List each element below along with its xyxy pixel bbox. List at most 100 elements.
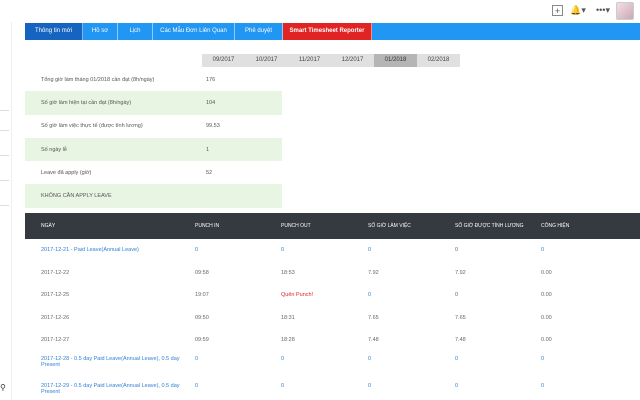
tab-phe-duyet[interactable]: Phê duyệt (235, 23, 283, 40)
tab-cac-mau-don[interactable]: Các Mẫu Đơn Liên Quan (153, 23, 235, 40)
sidebar-divider (0, 110, 9, 111)
timesheet-table: NGÀY PUNCH IN PUNCH OUT SỐ GIỜ LÀM VIỆC … (25, 213, 640, 400)
tab-lich[interactable]: Lịch (118, 23, 153, 40)
column-header: PUNCH IN (195, 223, 220, 229)
summary-label: Số giờ làm hiện tại cần đạt (8h/ngày) (41, 99, 132, 106)
overtime: 0 (541, 355, 545, 362)
summary-value: 1 (206, 146, 210, 153)
work-hours: 7.48 (368, 337, 379, 344)
table-row: 2017-12-22 09:58 18:53 7.92 7.92 0.00 (25, 262, 640, 285)
top-bar: + 🔔▾ •••▾ (0, 0, 640, 22)
column-header: SỐ GIỜ LÀM VIỆC (368, 223, 411, 229)
work-hours: 0 (368, 292, 372, 299)
punch-in: 19:07 (195, 292, 209, 299)
overtime: 0.00 (541, 292, 552, 299)
summary-row: Số giờ làm hiện tại cần đạt (8h/ngày) 10… (25, 91, 282, 115)
summary-value: 176 (206, 76, 216, 83)
paid-hours: 0 (455, 382, 459, 389)
paid-hours: 7.48 (455, 337, 466, 344)
sidebar-divider (0, 155, 9, 156)
column-header: NGÀY (41, 223, 56, 229)
month-button[interactable]: 02/2018 (417, 54, 460, 67)
date-link[interactable]: 2017-12-28 - 0.5 day Paid Leave(Annual L… (25, 356, 195, 368)
main-tabs: Thông tin mới Hồ sơ Lịch Các Mẫu Đơn Liê… (25, 23, 640, 40)
overtime: 0 (541, 382, 545, 389)
month-button[interactable]: 09/2017 (202, 54, 245, 67)
summary-row: KHÔNG CẦN APPLY LEAVE (25, 184, 282, 208)
date-cell: 2017-12-25 (41, 292, 70, 299)
table-row: 2017-12-26 09:50 18:31 7.65 7.65 0.00 (25, 307, 640, 330)
paid-hours: 7.92 (455, 269, 466, 276)
date-link[interactable]: 2017-12-29 - 0.5 day Paid Leave(Annual L… (25, 383, 195, 395)
left-sidebar-edge (0, 22, 12, 400)
punch-in: 0 (195, 382, 199, 389)
punch-out: 0 (281, 247, 285, 254)
month-button[interactable]: 10/2017 (245, 54, 288, 67)
work-hours: 0 (368, 247, 372, 254)
column-header: SỐ GIỜ ĐƯỢC TÍNH LƯƠNG (455, 223, 524, 229)
table-row: 2017-12-28 - 0.5 day Paid Leave(Annual L… (25, 352, 640, 379)
avatar[interactable] (616, 2, 634, 20)
punch-out: 18:53 (281, 269, 295, 276)
date-cell: 2017-12-26 (41, 314, 70, 321)
overtime: 0.00 (541, 314, 552, 321)
overtime: 0.00 (541, 337, 552, 344)
summary-value: 104 (206, 99, 216, 106)
table-header: NGÀY PUNCH IN PUNCH OUT SỐ GIỜ LÀM VIỆC … (25, 213, 640, 239)
punch-out: 0 (281, 382, 285, 389)
summary-row: Số ngày lễ 1 (25, 137, 282, 162)
bell-icon[interactable]: 🔔▾ (570, 5, 586, 16)
summary-label: Leave đã apply (giờ) (41, 169, 92, 176)
summary-value: 52 (206, 169, 213, 176)
summary-label: Tổng giờ làm tháng 01/2018 cần đạt (8h/n… (41, 76, 155, 83)
date-cell: 2017-12-27 (41, 337, 70, 344)
summary-label: Số ngày lễ (41, 146, 67, 153)
work-hours: 0 (368, 382, 372, 389)
punch-in: 09:58 (195, 269, 209, 276)
summary-row: Tổng giờ làm tháng 01/2018 cần đạt (8h/n… (25, 68, 282, 91)
punch-out: 18:28 (281, 337, 295, 344)
date-cell: 2017-12-22 (41, 269, 70, 276)
tab-thong-tin-moi[interactable]: Thông tin mới (25, 23, 83, 40)
tab-smart-timesheet-reporter[interactable]: Smart Timesheet Reporter (283, 23, 372, 40)
summary-label: KHÔNG CẦN APPLY LEAVE (41, 193, 112, 200)
punch-in: 0 (195, 247, 199, 254)
key-icon[interactable]: ⚲ (0, 383, 6, 392)
month-button[interactable]: 12/2017 (331, 54, 374, 67)
month-selector: 09/2017 10/2017 11/2017 12/2017 01/2018 … (202, 54, 460, 67)
sidebar-divider (0, 180, 9, 181)
month-button-selected[interactable]: 01/2018 (374, 54, 417, 67)
summary-value: 99.53 (206, 123, 220, 130)
work-hours: 7.92 (368, 269, 379, 276)
work-hours: 0 (368, 355, 372, 362)
sidebar-divider (0, 130, 9, 131)
summary-table: Tổng giờ làm tháng 01/2018 cần đạt (8h/n… (25, 68, 282, 208)
table-row: 2017-12-27 09:59 18:28 7.48 7.48 0.00 (25, 329, 640, 352)
more-dots-icon[interactable]: •••▾ (595, 5, 611, 16)
paid-hours: 7.65 (455, 314, 466, 321)
punch-in: 0 (195, 355, 199, 362)
paid-hours: 0 (455, 247, 459, 254)
plus-square-icon[interactable]: + (552, 5, 563, 16)
table-row: 2017-12-21 - Paid Leave(Annual Leave) 0 … (25, 239, 640, 262)
punch-in: 09:59 (195, 337, 209, 344)
summary-row: Leave đã apply (giờ) 52 (25, 161, 282, 184)
tab-ho-so[interactable]: Hồ sơ (83, 23, 118, 40)
summary-row: Số giờ làm việc thực tế (được tính lương… (25, 115, 282, 138)
punch-out: 18:31 (281, 314, 295, 321)
work-hours: 7.65 (368, 314, 379, 321)
date-link[interactable]: 2017-12-21 - Paid Leave(Annual Leave) (25, 247, 195, 253)
punch-in: 09:50 (195, 314, 209, 321)
sidebar-divider (0, 205, 9, 206)
month-button[interactable]: 11/2017 (288, 54, 331, 67)
punch-out-missing: Quên Punch! (281, 292, 314, 299)
table-row: 2017-12-25 19:07 Quên Punch! 0 0 0.00 (25, 284, 640, 307)
summary-label: Số giờ làm việc thực tế (được tính lương… (41, 123, 143, 130)
overtime: 0 (541, 247, 545, 254)
column-header: PUNCH OUT (281, 223, 311, 229)
overtime: 0.00 (541, 269, 552, 276)
paid-hours: 0 (455, 355, 459, 362)
table-row: 2017-12-29 - 0.5 day Paid Leave(Annual L… (25, 379, 640, 400)
column-header: CÔNG HIỆN (541, 223, 570, 229)
punch-out: 0 (281, 355, 285, 362)
